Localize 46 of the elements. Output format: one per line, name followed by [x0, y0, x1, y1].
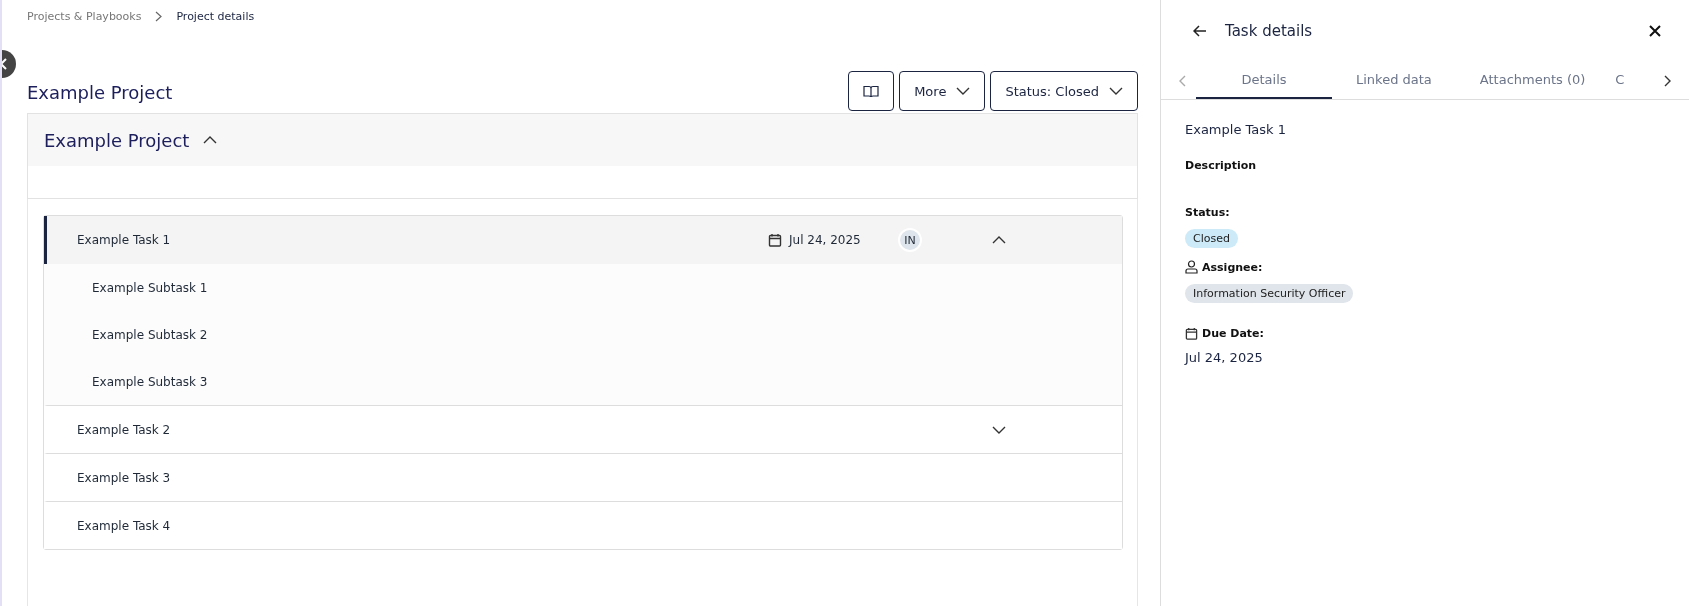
book-icon: [863, 84, 880, 98]
tab[interactable]: Attachments (0): [1455, 62, 1610, 99]
assignee-badge: Information Security Officer: [1185, 284, 1354, 303]
calendar-icon: [768, 233, 782, 247]
close-button[interactable]: [1649, 25, 1661, 37]
task-row[interactable]: Example Task 4: [44, 501, 1122, 549]
description-label: Description: [1185, 159, 1257, 172]
due-date: Jul 24, 2025: [1185, 350, 1263, 365]
tab[interactable]: Linked data: [1332, 62, 1456, 99]
chevron-left-icon: [2, 58, 8, 70]
chevron-up-icon[interactable]: [992, 236, 1006, 244]
project-title: Example Project: [44, 129, 190, 151]
status-dropdown[interactable]: Status: Closed: [990, 71, 1138, 111]
breadcrumb-current: Project details: [176, 10, 255, 23]
tab[interactable]: C: [1609, 62, 1625, 99]
task-row[interactable]: Example Task 1 Jul 24, 2025 IN: [44, 216, 1122, 264]
person-icon: [1185, 260, 1198, 274]
page-title: Example Project: [27, 82, 173, 103]
due-date-label: Due Date:: [1202, 327, 1264, 340]
breadcrumb-link[interactable]: Projects & Playbooks: [27, 10, 142, 23]
subtask-title: Example Subtask 2: [92, 327, 208, 342]
task-title: Example Task 1: [77, 233, 172, 247]
assignee-label: Assignee:: [1202, 260, 1263, 274]
back-button[interactable]: [1193, 25, 1207, 37]
assignee-avatar: IN: [898, 228, 922, 252]
task-title: Example Task 2: [77, 422, 172, 437]
panel-title: Task details: [1225, 22, 1314, 40]
book-button[interactable]: [848, 71, 895, 111]
task-title: Example Task 4: [77, 518, 172, 533]
tab[interactable]: Details: [1196, 62, 1332, 99]
due-date: Jul 24, 2025: [789, 233, 861, 247]
chevron-down-icon[interactable]: [992, 425, 1006, 434]
chevron-right-icon: [1664, 74, 1671, 87]
calendar-icon: [1185, 327, 1198, 340]
subtask-title: Example Subtask 1: [92, 280, 208, 295]
status-badge: Closed: [1185, 229, 1238, 248]
chevron-right-icon: [155, 11, 163, 22]
more-button[interactable]: More: [899, 71, 986, 111]
chevron-up-icon[interactable]: [203, 136, 218, 144]
status-label: Status:: [1185, 206, 1230, 219]
task-title: Example Task 3: [77, 470, 172, 485]
chevron-down-icon[interactable]: [1109, 87, 1123, 95]
subtask-title: Example Subtask 3: [92, 374, 208, 389]
task-title: Example Task 1: [1185, 122, 1286, 137]
chevron-left-icon: [1179, 74, 1186, 87]
chevron-down-icon[interactable]: [956, 87, 971, 95]
